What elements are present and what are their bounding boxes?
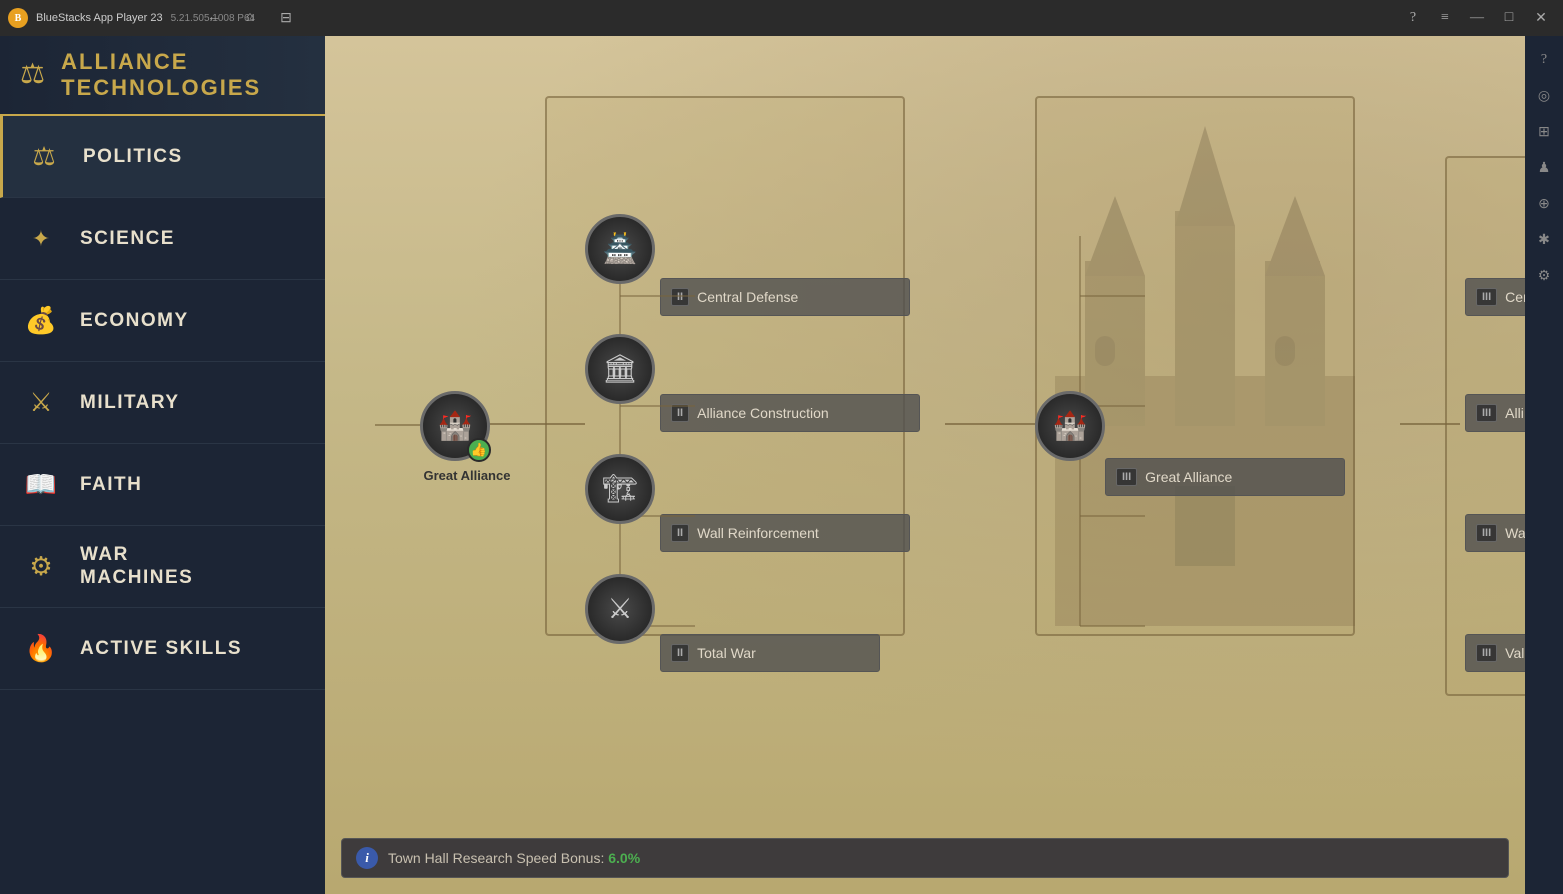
- military-label: MILITARY: [80, 392, 180, 414]
- tech-row-alliance-construction[interactable]: II Alliance Construction: [660, 394, 920, 432]
- economy-icon: 💰: [20, 300, 62, 342]
- tier1-great-alliance-label: Great Alliance: [407, 468, 527, 483]
- info-bar: i Town Hall Research Speed Bonus: 6.0%: [341, 838, 1509, 878]
- help-button[interactable]: ?: [1399, 4, 1427, 32]
- window-controls: ? ≡ — □ ✕: [1399, 0, 1555, 36]
- right-btn-grid[interactable]: ⊞: [1530, 118, 1558, 146]
- tier4-val-label: Val...: [1505, 645, 1525, 661]
- tech-row-total-war[interactable]: II Total War: [660, 634, 880, 672]
- tier3-great-alliance-label: Great Alliance: [1145, 469, 1232, 485]
- tier3-badge-1: III: [1116, 468, 1137, 486]
- right-btn-eye[interactable]: ◎: [1530, 82, 1558, 110]
- construction-icon: 🏛: [602, 352, 638, 386]
- right-btn-gear[interactable]: ⚙: [1530, 262, 1558, 290]
- faith-label: FAITH: [80, 474, 142, 496]
- title-bar: B BlueStacks App Player 23 5.21.505.1008…: [0, 0, 1563, 36]
- sidebar-item-science[interactable]: ✦ SCIENCE: [0, 198, 325, 280]
- maximize-button[interactable]: □: [1495, 4, 1523, 32]
- sidebar-item-faith[interactable]: 📖 FAITH: [0, 444, 325, 526]
- tech-row-tier4-wal[interactable]: III Wal...: [1465, 514, 1525, 552]
- tech-row-tier4-cen[interactable]: III Cen...: [1465, 278, 1525, 316]
- tier-badge-2: II: [671, 404, 689, 422]
- game-area: 🏰 👍 Great Alliance 🏯 🏛 🏗 ⚔ II Central De…: [325, 36, 1525, 894]
- tier1-great-alliance-node[interactable]: 🏰 👍: [420, 391, 490, 461]
- nav-bookmark-button[interactable]: ⊟: [272, 4, 300, 32]
- info-text: Town Hall Research Speed Bonus: 6.0%: [388, 850, 640, 866]
- app-name: BlueStacks App Player 23: [36, 12, 163, 24]
- active-skills-label: ACTIVE SKILLS: [80, 638, 242, 660]
- tier4-badge-1: III: [1476, 288, 1497, 306]
- minimize-button[interactable]: —: [1463, 4, 1491, 32]
- sidebar-item-politics[interactable]: ⚖ POLITICS: [0, 116, 325, 198]
- info-icon: i: [356, 847, 378, 869]
- sidebar-item-war-machines[interactable]: ⚙ WARMACHINES: [0, 526, 325, 608]
- central-defense-label: Central Defense: [697, 289, 798, 305]
- info-value: 6.0%: [608, 850, 640, 866]
- science-icon: ✦: [20, 218, 62, 260]
- sidebar: ⚖ ALLIANCE TECHNOLOGIES ⚖ POLITICS ✦ SCI…: [0, 36, 325, 894]
- alliance-construction-label: Alliance Construction: [697, 405, 829, 421]
- app-header: ⚖ ALLIANCE TECHNOLOGIES: [0, 36, 325, 116]
- faith-icon: 📖: [20, 464, 62, 506]
- wall-icon: 🏗: [602, 472, 638, 506]
- app-header-icon: ⚖: [20, 57, 46, 93]
- right-sidebar: ? ◎ ⊞ ♟ ⊕ ✱ ⚙: [1525, 36, 1563, 894]
- tier2-central-defense-node[interactable]: 🏯: [585, 214, 655, 284]
- main-content: ⚖ ALLIANCE TECHNOLOGIES ⚖ POLITICS ✦ SCI…: [0, 36, 1563, 894]
- science-label: SCIENCE: [80, 228, 175, 250]
- nav-home-button[interactable]: ⌂: [236, 4, 264, 32]
- tier3-alliance-icon: 🏰: [1053, 409, 1088, 443]
- tier3-panel: [1035, 96, 1355, 636]
- info-label: Town Hall Research Speed Bonus:: [388, 850, 604, 866]
- politics-icon: ⚖: [23, 136, 65, 178]
- nav-back-button[interactable]: ←: [200, 4, 228, 32]
- tier-badge-3: II: [671, 524, 689, 542]
- sidebar-item-economy[interactable]: 💰 ECONOMY: [0, 280, 325, 362]
- active-skills-icon: 🔥: [20, 628, 62, 670]
- tier4-badge-3: III: [1476, 524, 1497, 542]
- alliance-castle-icon: 🏰: [438, 409, 473, 443]
- close-button[interactable]: ✕: [1527, 4, 1555, 32]
- tier4-badge-2: III: [1476, 404, 1497, 422]
- tier2-total-war-node[interactable]: ⚔: [585, 574, 655, 644]
- sidebar-item-active-skills[interactable]: 🔥 ACTIVE SKILLS: [0, 608, 325, 690]
- tier-badge-4: II: [671, 644, 689, 662]
- total-war-icon: ⚔: [607, 592, 632, 626]
- menu-button[interactable]: ≡: [1431, 4, 1459, 32]
- tier4-wal-label: Wal...: [1505, 525, 1525, 541]
- economy-label: ECONOMY: [80, 310, 189, 332]
- tier4-badge-4: III: [1476, 644, 1497, 662]
- war-machines-label: WARMACHINES: [80, 544, 193, 590]
- app-header-title: ALLIANCE TECHNOLOGIES: [61, 49, 305, 101]
- wall-reinforcement-label: Wall Reinforcement: [697, 525, 819, 541]
- connector-left: [375, 424, 423, 426]
- thumbs-up-badge: 👍: [467, 438, 491, 462]
- tech-row-tier4-val[interactable]: III Val...: [1465, 634, 1525, 672]
- total-war-label: Total War: [697, 645, 756, 661]
- right-btn-star[interactable]: ✱: [1530, 226, 1558, 254]
- title-bar-nav: ← ⌂ ⊟: [200, 0, 300, 36]
- right-btn-chess[interactable]: ♟: [1530, 154, 1558, 182]
- sidebar-item-military[interactable]: ⚔ MILITARY: [0, 362, 325, 444]
- bluestacks-logo: B: [8, 8, 28, 28]
- tier4-cen-label: Cen...: [1505, 289, 1525, 305]
- tier3-great-alliance-node[interactable]: 🏰: [1035, 391, 1105, 461]
- tech-row-tier3-great-alliance[interactable]: III Great Alliance: [1105, 458, 1345, 496]
- tech-row-central-defense[interactable]: II Central Defense: [660, 278, 910, 316]
- tech-row-wall-reinforcement[interactable]: II Wall Reinforcement: [660, 514, 910, 552]
- tier-badge-1: II: [671, 288, 689, 306]
- politics-label: POLITICS: [83, 146, 183, 168]
- tier2-wall-reinforcement-node[interactable]: 🏗: [585, 454, 655, 524]
- right-btn-help[interactable]: ?: [1530, 46, 1558, 74]
- tier4-alli-label: Alli...: [1505, 405, 1525, 421]
- war-machines-icon: ⚙: [20, 546, 62, 588]
- military-icon: ⚔: [20, 382, 62, 424]
- tech-row-tier4-alli[interactable]: III Alli...: [1465, 394, 1525, 432]
- right-btn-plus[interactable]: ⊕: [1530, 190, 1558, 218]
- tier2-alliance-construction-node[interactable]: 🏛: [585, 334, 655, 404]
- tower-icon: 🏯: [603, 232, 638, 266]
